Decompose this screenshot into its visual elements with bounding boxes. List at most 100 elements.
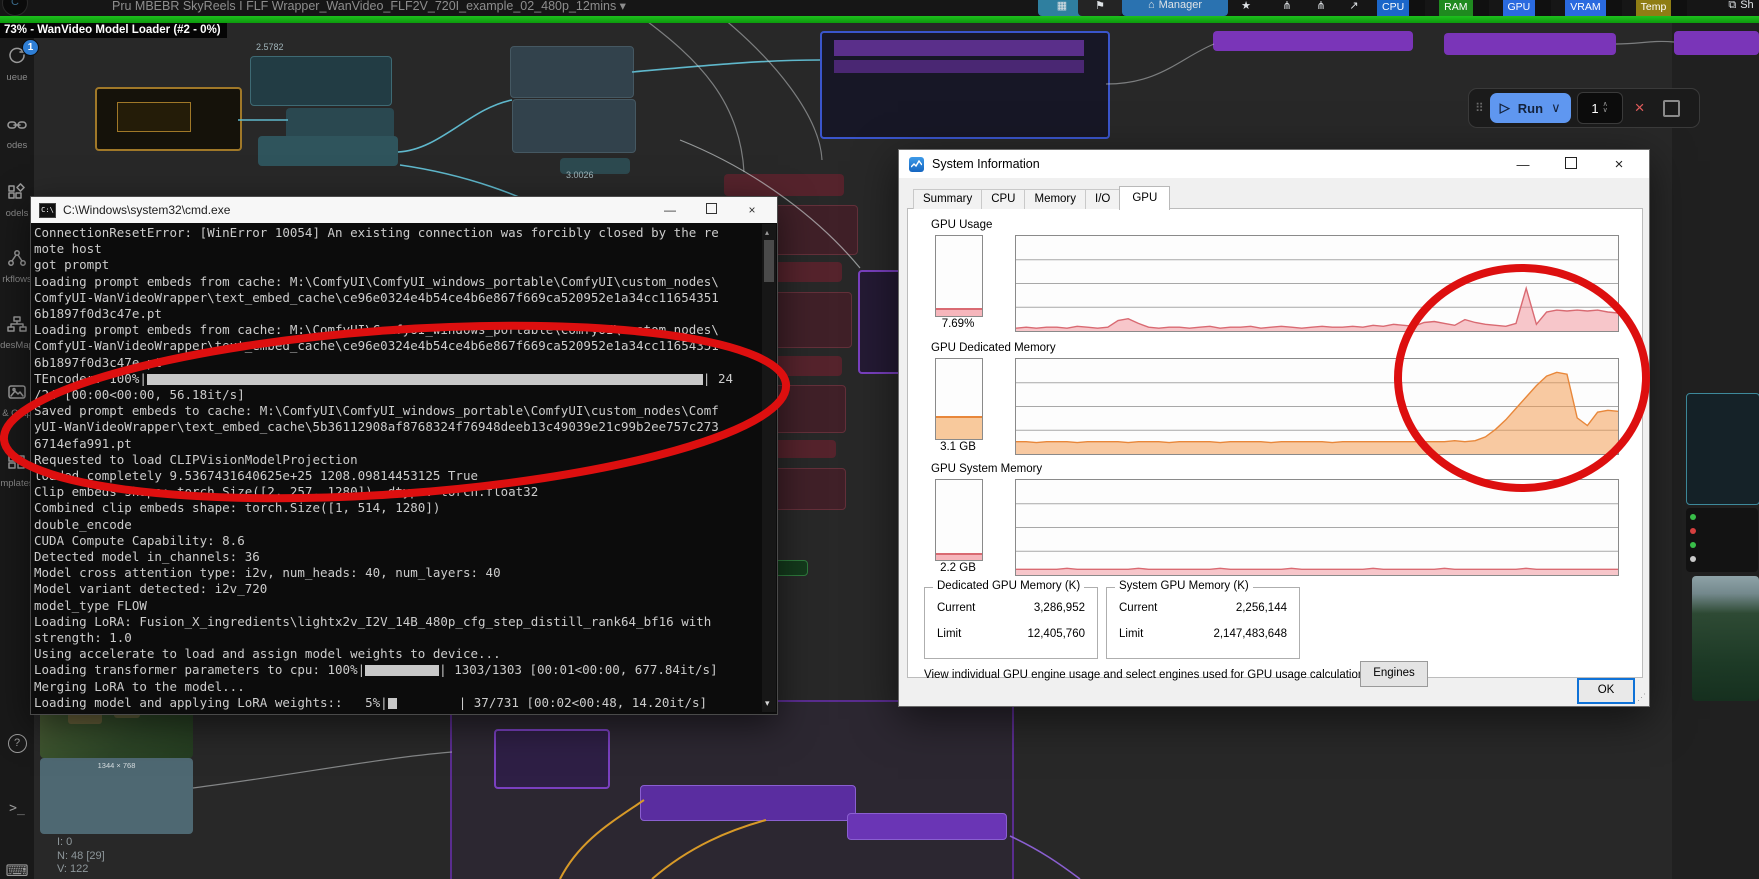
node-time-badge: 2.5782	[256, 42, 284, 52]
workflow-node[interactable]	[820, 31, 1110, 139]
monitor-chip-vram[interactable]: VRAM	[1565, 0, 1622, 16]
resize-grip[interactable]: ⋰	[1637, 692, 1646, 703]
queue-count-stepper[interactable]: 1 ∧ ∨	[1576, 92, 1623, 124]
cmd-title-bar[interactable]: C:\ C:\Windows\system32\cmd.exe — ×	[31, 197, 777, 223]
monitor-chip-ram[interactable]: RAM	[1439, 0, 1489, 16]
workflow-node[interactable]	[1686, 508, 1758, 572]
monitor-chip-cpu[interactable]: CPU	[1377, 0, 1426, 16]
workflow-node[interactable]	[250, 56, 392, 106]
comfyui-logo-icon[interactable]: C	[2, 0, 28, 16]
monitor-label: CPU	[1377, 0, 1410, 16]
drag-handle-icon[interactable]: ⠿	[1475, 101, 1484, 115]
expand-button[interactable]: ↗	[1334, 0, 1374, 16]
sidebar-item-label: & Outp	[2, 408, 32, 419]
workflow-node[interactable]	[1674, 31, 1759, 55]
scroll-up-icon[interactable]: ▴	[765, 228, 769, 237]
sidebar-item-workflows[interactable]: rkflows	[0, 249, 34, 285]
home-icon: ⌂	[1147, 0, 1155, 11]
workflow-node[interactable]	[1213, 31, 1413, 51]
favorite-button[interactable]: ★	[1226, 0, 1266, 16]
scrollbar[interactable]: ▴ ▾	[762, 224, 776, 712]
workflow-node[interactable]	[512, 99, 636, 153]
workflows-icon	[6, 249, 28, 272]
grid-icon: ▦	[1056, 0, 1068, 12]
scroll-down-icon[interactable]: ▾	[765, 698, 770, 709]
sidebar-item-label: odes	[6, 140, 28, 151]
clear-queue-button[interactable]: ×	[1635, 98, 1645, 118]
canvas-stat: N: 48 [29]	[57, 849, 105, 862]
sidebar-item-outputs[interactable]: & Outp	[0, 383, 34, 419]
workflow-node[interactable]	[724, 174, 844, 196]
run-button[interactable]: ▷ Run ∨	[1489, 93, 1571, 123]
system-monitors: CPU RAM GPU VRAM Temp	[1377, 0, 1688, 16]
preview-image-thumbnail[interactable]	[1692, 576, 1759, 701]
global-progress-bar	[0, 16, 1759, 23]
workflow-tab[interactable]: Pru MBEBR SkyReels I FLF Wrapper_WanVide…	[112, 0, 626, 13]
play-icon: ▷	[1499, 100, 1510, 115]
manager-button[interactable]: ⌂ Manager	[1122, 0, 1228, 16]
workflow-node[interactable]	[510, 46, 634, 98]
sidebar-item-keyboard[interactable]: ⌨	[0, 861, 34, 879]
gpu-usage-gauge	[935, 235, 983, 317]
monitor-value-area	[1409, 0, 1426, 16]
gpu-usage-graph	[1015, 235, 1619, 332]
arrow-up-right-icon: ↗	[1349, 0, 1359, 12]
monitor-label: VRAM	[1565, 0, 1606, 16]
nodes-map-icon	[6, 315, 28, 338]
console-line: mote host	[34, 241, 102, 257]
console-line: 6b1897f0d3c47e.pt	[34, 306, 162, 322]
ok-button[interactable]: OK	[1577, 678, 1635, 704]
close-button[interactable]: ×	[735, 203, 769, 217]
scroll-thumb[interactable]	[764, 240, 774, 282]
engines-hint-text: View individual GPU engine usage and sel…	[924, 669, 1374, 681]
workflow-node[interactable]	[258, 136, 398, 166]
console-line: Loading prompt embeds from cache: M:\Com…	[34, 273, 719, 289]
tab-summary[interactable]: Summary	[913, 189, 983, 209]
gpu-dedicated-memory-gauge	[935, 358, 983, 440]
engines-button[interactable]: Engines	[1360, 661, 1428, 687]
sidebar-item-label: odels	[5, 208, 29, 219]
outputs-icon	[6, 383, 28, 406]
tab-cpu[interactable]: CPU	[981, 189, 1026, 209]
cmd-icon: C:\	[39, 202, 56, 218]
sidebar-item-queue[interactable]: 1 ueue	[0, 39, 39, 83]
chevron-down-icon[interactable]: ∨	[1551, 100, 1561, 116]
sidebar-item-help[interactable]: ?	[0, 733, 34, 753]
maximize-button[interactable]	[694, 203, 728, 217]
tab-io[interactable]: I/O	[1085, 189, 1121, 209]
console-line: Merging LoRA to the model...	[34, 678, 245, 694]
monitor-chip-temp[interactable]: Temp	[1635, 0, 1688, 16]
bookmark-button[interactable]: ⚑	[1078, 0, 1122, 16]
close-button[interactable]: ×	[1599, 156, 1639, 173]
minimize-button[interactable]: —	[1503, 157, 1543, 172]
sidebar-item-nodes[interactable]: odes	[0, 117, 34, 151]
workflow-node[interactable]	[847, 813, 1007, 840]
sysinfo-title-bar[interactable]: System Information — ×	[899, 150, 1649, 178]
graph-icon: ⋔	[1282, 0, 1292, 12]
share-button[interactable]: ⧉ Sh	[1712, 0, 1759, 16]
window-title: System Information	[932, 157, 1040, 171]
monitor-chip-gpu[interactable]: GPU	[1502, 0, 1552, 16]
sidebar-item-templates[interactable]: mplates	[0, 453, 34, 489]
sidebar-item-nodes-map[interactable]: desMap	[0, 315, 34, 351]
console-line: Combined clip embeds shape: torch.Size([…	[34, 500, 441, 516]
sidebar-item-label: rkflows	[2, 274, 32, 285]
workflow-node[interactable]	[494, 729, 610, 789]
tab-gpu[interactable]: GPU	[1119, 186, 1171, 210]
workflow-node[interactable]	[95, 87, 242, 151]
step-down-icon[interactable]: ∨	[1603, 107, 1608, 114]
tab-memory[interactable]: Memory	[1024, 189, 1087, 209]
maximize-button[interactable]	[1551, 156, 1591, 172]
stop-button[interactable]	[1662, 99, 1680, 117]
monitor-label: Temp	[1635, 0, 1672, 16]
minimize-button[interactable]: —	[653, 203, 687, 217]
sidebar-item-terminal[interactable]: >_	[0, 799, 34, 817]
console-line: Loading transformer parameters to cpu: 1…	[34, 662, 718, 678]
sidebar-item-label: desMap	[0, 340, 34, 351]
workflow-node[interactable]	[640, 785, 856, 821]
console-line: ConnectionResetError: [WinError 10054] A…	[34, 225, 719, 240]
workflow-node[interactable]	[1686, 393, 1759, 505]
node-time-badge: 3.0026	[566, 170, 594, 180]
sidebar-item-models[interactable]: odels	[0, 183, 34, 219]
workflow-node[interactable]	[1444, 33, 1616, 55]
